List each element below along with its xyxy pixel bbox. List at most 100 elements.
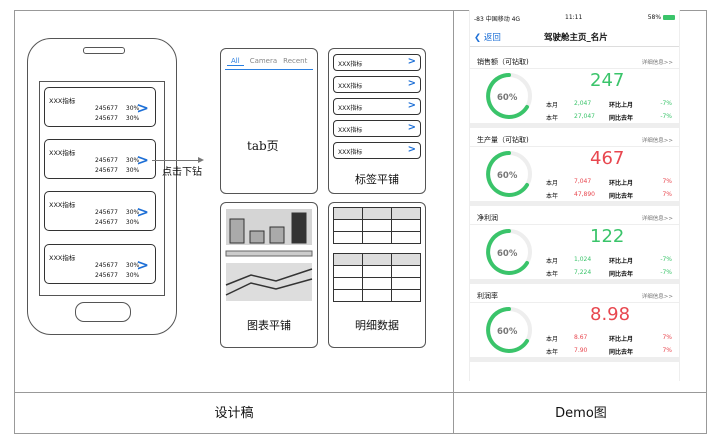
kpi-name: 净利润: [477, 214, 498, 222]
label-month: 本月: [546, 180, 559, 187]
battery-text: 58%: [647, 14, 662, 21]
details-link[interactable]: 详细信息>>: [642, 292, 673, 300]
tab-recent[interactable]: Recent: [283, 57, 307, 66]
detail-grid-2: [333, 253, 421, 302]
kpi-name: 利润率: [477, 292, 498, 300]
label-year: 本年: [546, 349, 559, 356]
demo-phone-screen: -83 中国移动 4G 11:11 58% ❮ 返回 驾驶舱主页_名片 销售额（…: [469, 10, 680, 381]
right-caption: Demo图: [555, 406, 607, 421]
chart-tiles-drawing: [225, 209, 313, 301]
gauge-label: 60%: [497, 327, 518, 337]
tag-item-label: XXX指标: [338, 105, 363, 112]
label-year: 本年: [546, 271, 559, 278]
kpi-card[interactable]: 销售额（可钻取) 详细信息>> 60% 247 本月 2,047 环比上月 -7…: [470, 52, 679, 128]
back-button[interactable]: ❮ 返回: [474, 31, 501, 43]
card-divider: [470, 146, 679, 147]
tab-all[interactable]: All: [227, 57, 244, 66]
label-yoy: 同比去年: [609, 193, 634, 200]
tag-item[interactable]: XXX指标 >: [333, 76, 421, 93]
label-month: 本月: [546, 258, 559, 265]
gauge-ring: 60%: [486, 229, 532, 275]
value-month: 1,024: [574, 256, 592, 263]
tab-bar: All Camera Recent: [227, 57, 311, 66]
value-mom: 7%: [662, 178, 672, 185]
indicator-row: 245677 30%: [95, 167, 140, 174]
drilldown-label: 点击下钻: [162, 167, 202, 178]
tag-item-label: XXX指标: [338, 127, 363, 134]
gauge-label: 60%: [497, 171, 518, 181]
indicator-row: 245677 30%: [95, 272, 140, 279]
phone-screen: XXX指标 245677 30% 245677 30% > XXX指标 245677 3…: [39, 81, 165, 296]
kpi-card[interactable]: 利润率 详细信息>> 60% 8.98 本月 8.67 环比上月 7% 本年 7…: [470, 286, 679, 362]
details-link[interactable]: 详细信息>>: [642, 214, 673, 222]
bar-4: [291, 212, 307, 244]
value-yoy: 7%: [662, 191, 672, 198]
indicator-card[interactable]: XXX指标 245677 30% 245677 30% >: [44, 87, 156, 127]
indicator-title: XXX指标: [49, 201, 76, 209]
tag-item[interactable]: XXX指标 >: [333, 54, 421, 71]
kpi-value: 247: [590, 70, 625, 91]
tab-underline: [225, 69, 313, 70]
label-mom: 环比上月: [609, 102, 634, 109]
tag-item-label: XXX指标: [338, 83, 363, 90]
label-yoy: 同比去年: [609, 271, 634, 278]
indicator-card[interactable]: XXX指标 245677 30% 245677 30% >: [44, 191, 156, 231]
indicator-row: 245677 30%: [95, 105, 140, 112]
tab-page-label: tab页: [247, 139, 279, 153]
phone-sketch: XXX指标 245677 30% 245677 30% > XXX指标 245677 3…: [27, 38, 177, 335]
chart-tiles-sketch: 图表平铺: [220, 202, 318, 348]
label-yoy: 同比去年: [609, 115, 634, 122]
chevron-right-icon: >: [407, 56, 416, 67]
kpi-value: 467: [590, 148, 625, 169]
tag-item[interactable]: XXX指标 >: [333, 98, 421, 115]
chevron-right-icon[interactable]: >: [136, 203, 149, 221]
chevron-right-icon: >: [407, 122, 416, 133]
chevron-right-icon: >: [407, 78, 416, 89]
value-month: 8.67: [574, 334, 588, 341]
indicator-card[interactable]: XXX指标 245677 30% 245677 30% >: [44, 244, 156, 284]
bar-3: [269, 226, 285, 244]
tab-page-sketch: All Camera Recent tab页: [220, 48, 318, 194]
bar-1: [229, 218, 245, 244]
nav-bar: ❮ 返回 驾驶舱主页_名片: [470, 28, 679, 47]
label-year: 本年: [546, 193, 559, 200]
gauge-label: 60%: [497, 93, 518, 103]
indicator-title: XXX指标: [49, 254, 76, 262]
status-bar: -83 中国移动 4G 11:11 58%: [470, 14, 679, 26]
label-mom: 环比上月: [609, 336, 634, 343]
card-divider: [470, 302, 679, 303]
home-button[interactable]: [75, 302, 131, 322]
label-mom: 环比上月: [609, 180, 634, 187]
progress-strip: [225, 250, 313, 257]
kpi-value: 8.98: [590, 304, 631, 325]
indicator-title: XXX指标: [49, 149, 76, 157]
left-caption: 设计稿: [214, 406, 254, 421]
chevron-right-icon[interactable]: >: [136, 99, 149, 117]
kpi-name: 销售额（可钻取): [477, 58, 529, 66]
label-month: 本月: [546, 102, 559, 109]
kpi-card[interactable]: 生产量（可钻取) 详细信息>> 60% 467 本月 7,047 环比上月 7%…: [470, 130, 679, 206]
carrier-text: -83 中国移动 4G: [474, 16, 521, 23]
tab-camera[interactable]: Camera: [250, 57, 277, 66]
chart-tiles-label: 图表平铺: [247, 319, 291, 332]
gauge-ring: 60%: [486, 151, 532, 197]
label-mom: 环比上月: [609, 258, 634, 265]
tag-item[interactable]: XXX指标 >: [333, 120, 421, 137]
indicator-row: 245677 30%: [95, 115, 140, 122]
card-divider: [470, 224, 679, 225]
details-link[interactable]: 详细信息>>: [642, 58, 673, 66]
indicator-card[interactable]: XXX指标 245677 30% 245677 30% >: [44, 139, 156, 179]
kpi-card[interactable]: 净利润 详细信息>> 60% 122 本月 1,024 环比上月 -7% 本年 …: [470, 208, 679, 284]
chevron-right-icon: >: [407, 100, 416, 111]
value-mom: -7%: [660, 100, 672, 107]
chevron-right-icon[interactable]: >: [136, 256, 149, 274]
details-link[interactable]: 详细信息>>: [642, 136, 673, 144]
indicator-row: 245677 30%: [95, 209, 140, 216]
chevron-right-icon[interactable]: >: [136, 151, 149, 169]
value-mom: -7%: [660, 256, 672, 263]
page-title: 驾驶舱主页_名片: [544, 33, 608, 43]
detail-data-label: 明细数据: [355, 319, 399, 332]
bar-2: [249, 230, 265, 244]
tag-item[interactable]: XXX指标 >: [333, 142, 421, 159]
battery-icon: [663, 15, 675, 20]
